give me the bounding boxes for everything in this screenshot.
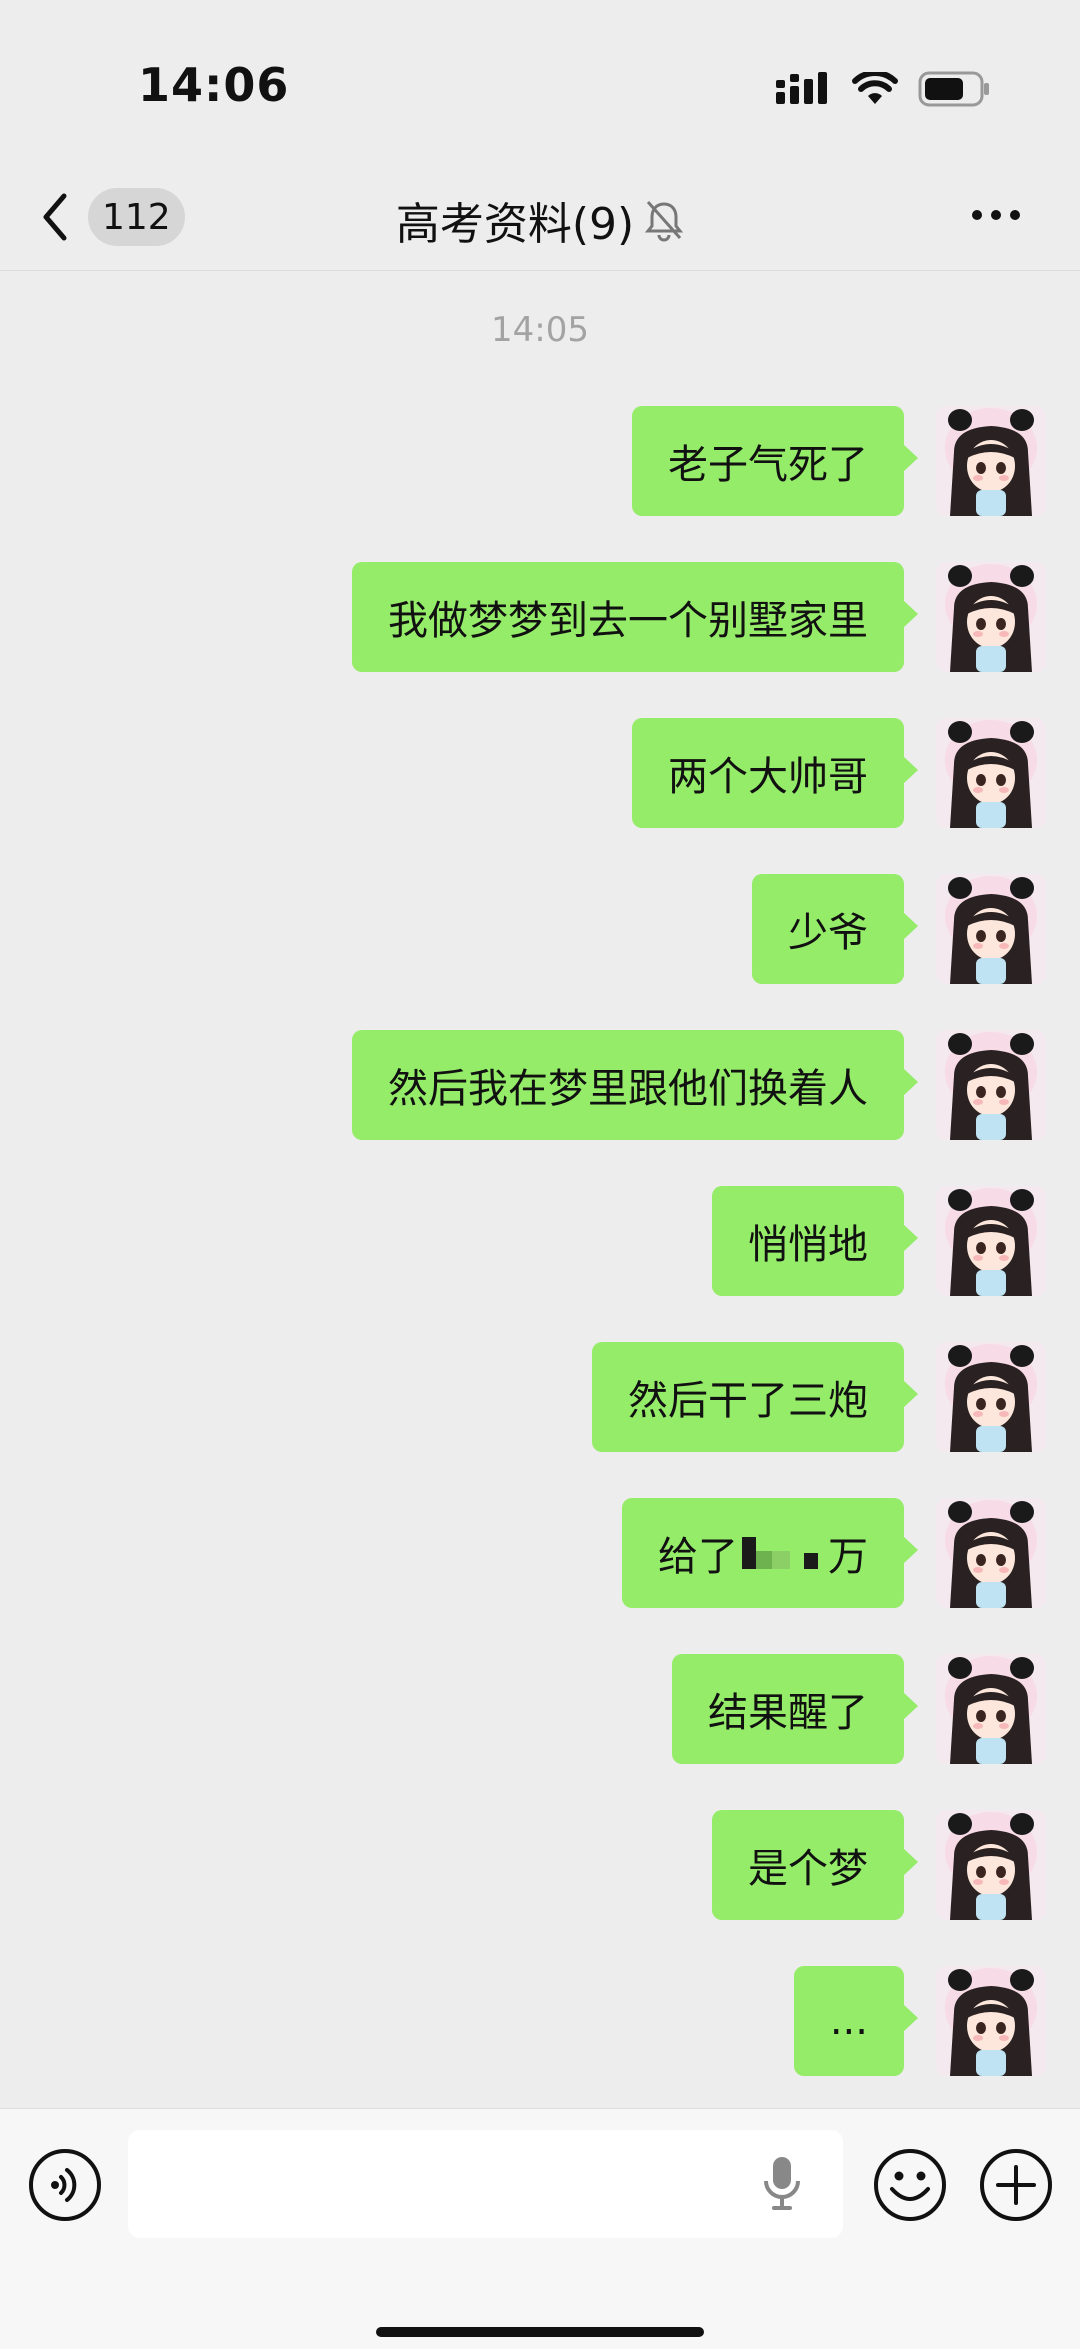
plus-icon[interactable] [978,2147,1054,2223]
emoji-icon[interactable] [872,2147,948,2223]
message-bubble[interactable]: 结果醒了 [672,1654,918,1764]
chat-area: 14:05 老子气死了 我做梦梦到去一个别墅家里 两个大帅哥 少爷 然后我在梦里… [0,272,1080,2108]
avatar[interactable] [936,874,1046,984]
message-row: 结果醒了 [672,1654,1046,1764]
message-bubble[interactable]: 然后我在梦里跟他们换着人 [352,1030,918,1140]
home-indicator [376,2327,704,2337]
message-bubble[interactable]: 老子气死了 [632,406,918,516]
message-bubble[interactable]: 少爷 [752,874,918,984]
message-row: 然后我在梦里跟他们换着人 [352,1030,1046,1140]
avatar[interactable] [936,406,1046,516]
mic-icon[interactable] [760,2153,804,2213]
more-icon[interactable] [972,210,1020,220]
status-time: 14:06 [138,58,290,112]
message-row: 我做梦梦到去一个别墅家里 [352,562,1046,672]
message-bubble[interactable]: 是个梦 [712,1810,918,1920]
chat-title: 高考资料(9) [395,199,635,250]
signal-icon [776,72,827,104]
avatar[interactable] [936,1342,1046,1452]
input-bar [0,2108,1080,2349]
avatar[interactable] [936,718,1046,828]
message-text-after: 万 [828,1534,868,1580]
message-row: 是个梦 [712,1810,1046,1920]
message-timestamp: 14:05 [491,310,589,350]
avatar[interactable] [936,1810,1046,1920]
mosaic-censor [742,1537,818,1569]
voice-icon[interactable] [27,2147,103,2223]
message-input[interactable] [128,2130,843,2238]
avatar[interactable] [936,1498,1046,1608]
message-bubble[interactable]: ... [793,1966,919,2076]
message-bubble[interactable]: 我做梦梦到去一个别墅家里 [352,562,918,672]
message-row: 给了 万 [622,1498,1046,1608]
message-row: ... [793,1966,1046,2076]
message-row: 老子气死了 [632,406,1046,516]
avatar[interactable] [936,1966,1046,2076]
chat-header: 112 高考资料(9) [0,170,1080,271]
message-bubble[interactable]: 两个大帅哥 [632,718,918,828]
status-icons [776,64,990,114]
avatar[interactable] [936,1654,1046,1764]
message-bubble-redacted[interactable]: 给了 万 [622,1498,918,1608]
message-bubble[interactable]: 悄悄地 [712,1186,918,1296]
mute-bell-icon [645,201,684,242]
message-row: 然后干了三炮 [592,1342,1046,1452]
chat-title-group: 高考资料(9) [0,188,1080,252]
message-row: 少爷 [752,874,1046,984]
message-row: 悄悄地 [712,1186,1046,1296]
status-bar: 14:06 [0,0,1080,170]
avatar[interactable] [936,562,1046,672]
message-bubble[interactable]: 然后干了三炮 [592,1342,918,1452]
wifi-icon [852,72,898,104]
message-text-before: 给了 [658,1534,738,1580]
message-row: 两个大帅哥 [632,718,1046,828]
avatar[interactable] [936,1186,1046,1296]
battery-icon [918,71,989,107]
avatar[interactable] [936,1030,1046,1140]
